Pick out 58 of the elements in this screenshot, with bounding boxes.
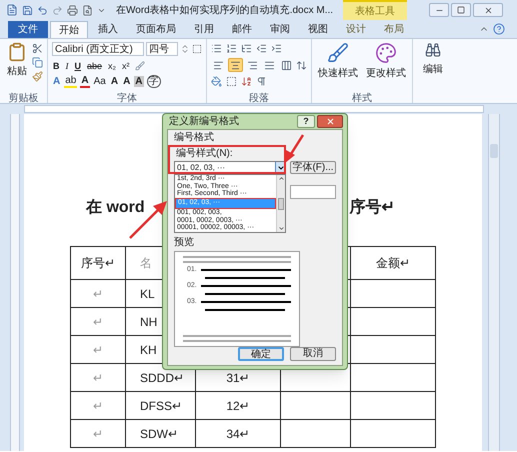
change-styles-button[interactable]: 更改样式: [364, 42, 408, 91]
ribbon-tab[interactable]: 引用: [186, 21, 222, 38]
table-cell: ↵: [70, 392, 126, 420]
dialog-button[interactable]: 取消: [290, 347, 336, 362]
format-button[interactable]: Aa: [92, 76, 107, 87]
format-button[interactable]: x²: [121, 60, 131, 72]
table-cell: 序号↵: [70, 246, 126, 280]
ribbon-tab[interactable]: 开始: [50, 21, 88, 38]
table-cell: ↵: [70, 364, 126, 392]
ribbon-tab[interactable]: 设计: [338, 21, 374, 38]
table-cell: DFSS↵: [126, 392, 196, 420]
table-cell: ↵: [70, 280, 126, 308]
table-cell: ↵: [70, 420, 126, 448]
font-button[interactable]: 字体(F)...: [290, 161, 336, 174]
ribbon-tab[interactable]: 视图: [300, 21, 336, 38]
ribbon-tab[interactable]: 页面布局: [128, 21, 184, 38]
table-cell: SDW↵: [126, 420, 196, 448]
ribbon-tab[interactable]: 插入: [90, 21, 126, 38]
field-label: 编号样式(N):: [176, 148, 234, 160]
format-button[interactable]: A: [52, 76, 62, 87]
window-title: 在Word表格中如何实现序列的自动填充.docx M...: [116, 4, 334, 18]
dialog-title: 定义新编号格式: [169, 114, 239, 129]
format-button[interactable]: abe: [86, 60, 104, 72]
heading-text: 序号↵: [350, 197, 395, 218]
ribbon-tab[interactable]: 邮件: [224, 21, 260, 38]
format-button[interactable]: x₂: [107, 60, 118, 72]
table-cell: 金额↵: [350, 246, 436, 280]
group-label: 剪贴板: [8, 92, 40, 103]
section-label: 预览: [174, 237, 195, 250]
table-cell: 12↵: [196, 392, 280, 420]
ribbon-tab[interactable]: 文件: [8, 21, 48, 38]
group-label: 字体: [116, 92, 138, 103]
group-label: 段落: [248, 92, 270, 103]
table-cell: ↵: [70, 336, 126, 364]
table-cell: ↵: [70, 308, 126, 336]
table-cell: 34↵: [196, 420, 280, 448]
editing-button[interactable]: 编辑: [419, 39, 447, 103]
format-button[interactable]: ab: [64, 75, 78, 88]
format-button[interactable]: A: [122, 76, 132, 87]
ribbon-tab[interactable]: 布局: [376, 21, 412, 38]
context-tab-label: 表格工具: [343, 0, 408, 20]
format-button[interactable]: I: [64, 60, 70, 72]
format-button[interactable]: U: [74, 60, 82, 72]
dialog-button[interactable]: 确定: [238, 347, 284, 362]
font-name-field[interactable]: Calibri (西文正文): [52, 42, 144, 56]
group-label: 样式: [351, 92, 373, 103]
font-size-field[interactable]: 四号: [146, 42, 178, 56]
paste-button[interactable]: 粘贴: [4, 42, 30, 91]
format-button[interactable]: 字: [146, 75, 161, 88]
group-label: 编号格式: [174, 132, 215, 144]
ribbon-tab[interactable]: 审阅: [262, 21, 298, 38]
format-button[interactable]: A: [80, 75, 90, 88]
format-button[interactable]: B: [52, 60, 60, 72]
quick-styles-button[interactable]: 快速样式: [316, 42, 360, 91]
format-button[interactable]: A: [134, 76, 144, 87]
help-button[interactable]: ?: [297, 115, 315, 128]
heading-text: 在 word: [86, 198, 145, 218]
format-button[interactable]: A: [110, 76, 120, 87]
